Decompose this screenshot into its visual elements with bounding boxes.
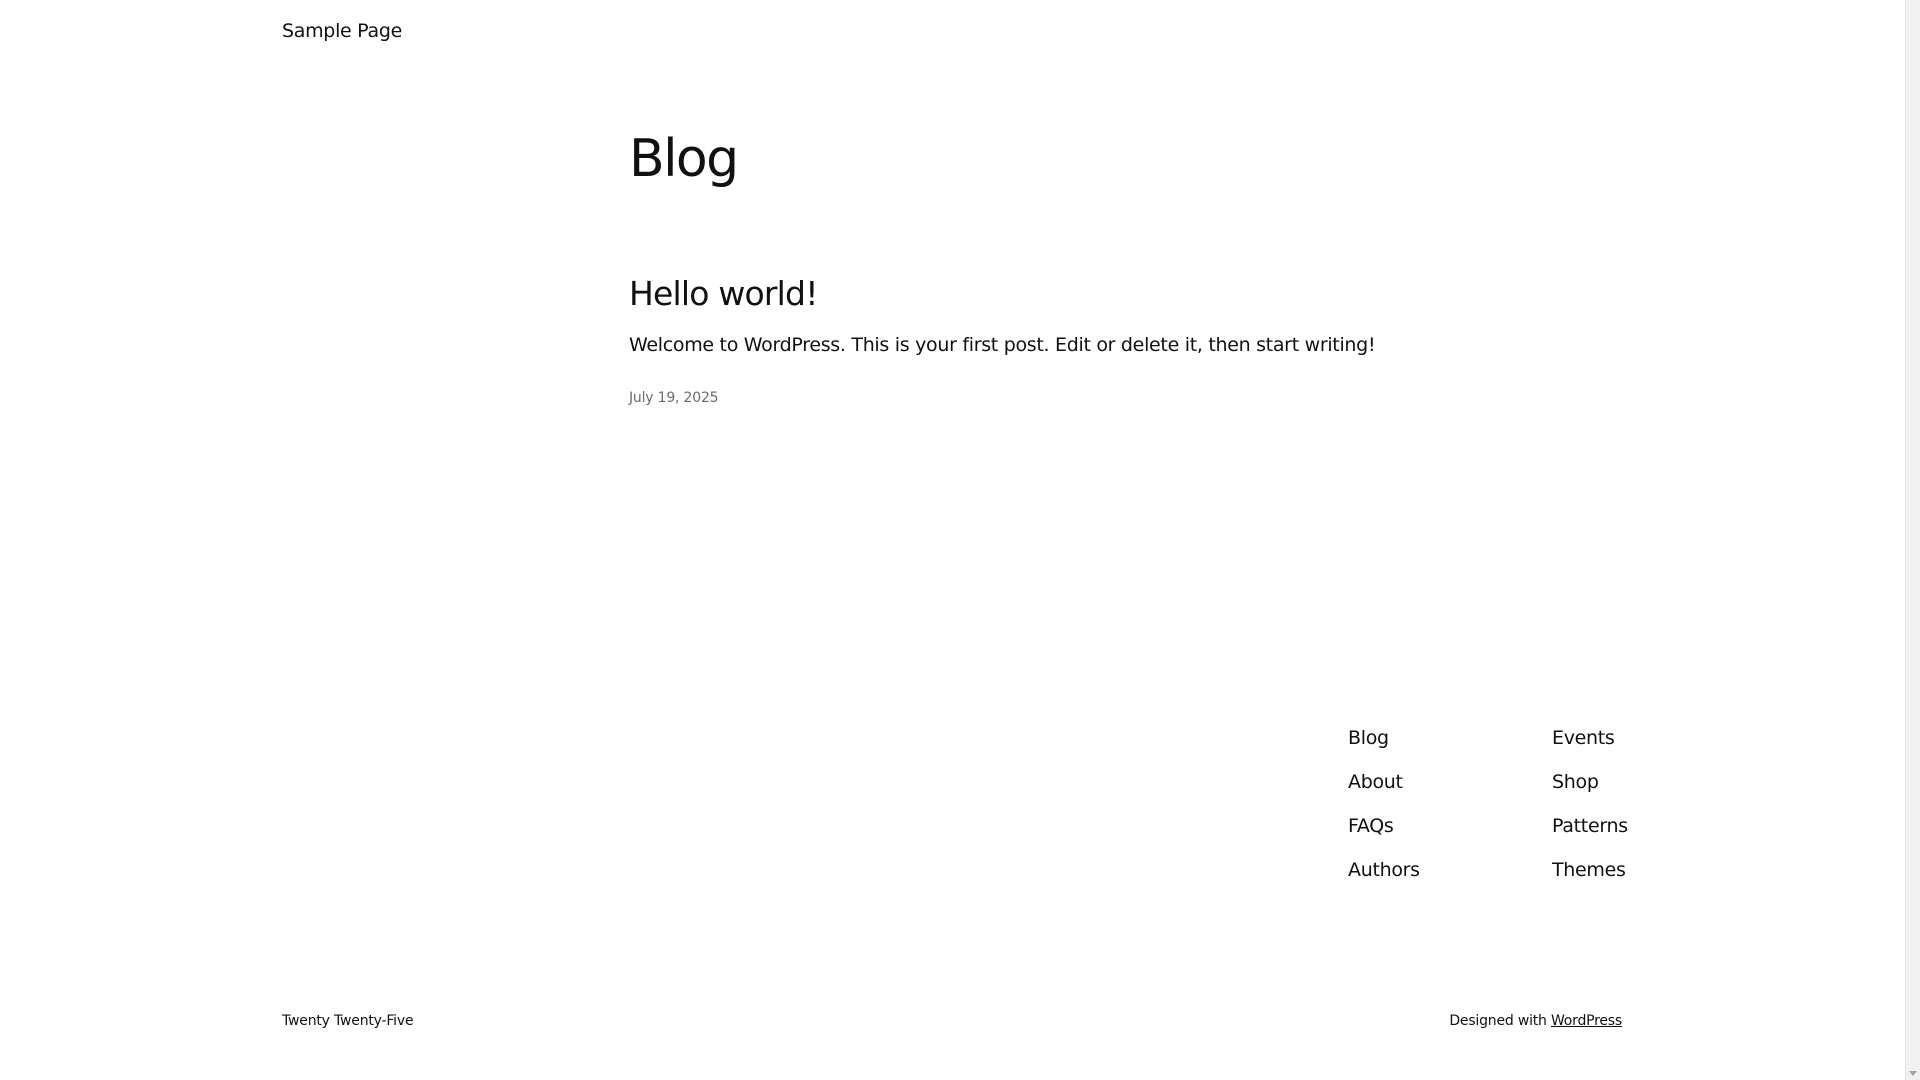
page: Sample Page Blog Hello world! Welcome to…	[0, 0, 1920, 1080]
credits-prefix: Designed with	[1449, 1013, 1551, 1029]
footer-link-themes[interactable]: Themes	[1552, 858, 1628, 882]
page-title: Blog	[629, 129, 739, 189]
footer-link-about[interactable]: About	[1348, 770, 1420, 794]
footer-link-shop[interactable]: Shop	[1552, 770, 1628, 794]
scroll-down-arrow-icon[interactable]	[1909, 1071, 1917, 1076]
post-date-link[interactable]: July 19, 2025	[629, 390, 719, 406]
footer-nav-column-1: Blog About FAQs Authors	[1348, 726, 1420, 902]
footer-credits: Designed with WordPress	[1449, 1013, 1622, 1029]
post-title-link[interactable]: Hello world!	[629, 274, 818, 313]
footer-link-events[interactable]: Events	[1552, 726, 1628, 750]
footer-nav-column-2: Events Shop Patterns Themes	[1552, 726, 1628, 902]
nav-link-sample-page[interactable]: Sample Page	[282, 20, 402, 42]
footer-site-title[interactable]: Twenty Twenty-Five	[282, 1013, 414, 1029]
post-excerpt: Welcome to WordPress. This is your first…	[629, 334, 1376, 356]
wordpress-link[interactable]: WordPress	[1551, 1013, 1622, 1029]
footer-link-blog[interactable]: Blog	[1348, 726, 1420, 750]
footer-link-patterns[interactable]: Patterns	[1552, 814, 1628, 838]
vertical-scrollbar[interactable]	[1905, 0, 1920, 1080]
footer-link-authors[interactable]: Authors	[1348, 858, 1420, 882]
footer-link-faqs[interactable]: FAQs	[1348, 814, 1420, 838]
